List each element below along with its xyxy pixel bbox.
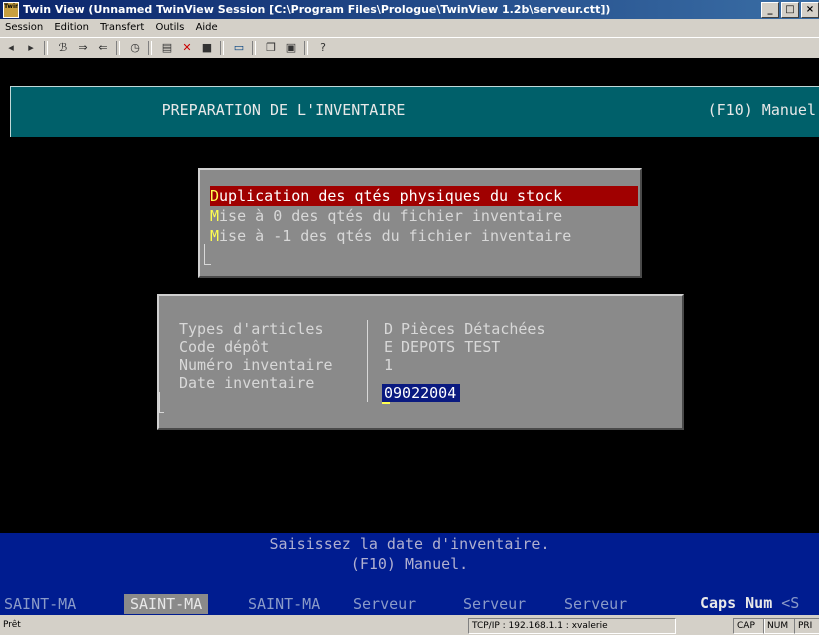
session-tab-6[interactable]: Serveur — [564, 594, 627, 614]
session-tab-2[interactable]: SAINT-MA — [124, 594, 209, 614]
screen-header: PREPARATION DE L'INVENTAIRE (F10) Manuel — [10, 86, 819, 137]
option-hotkey: D — [210, 187, 220, 205]
code-depot-value: DEPOTS TEST — [401, 338, 501, 356]
receive-icon[interactable]: ⇐ — [94, 40, 112, 56]
status-cap: CAP — [733, 618, 765, 634]
page-title: PREPARATION DE L'INVENTAIRE — [161, 101, 406, 119]
option-mise-a-moins-un[interactable]: Mise à -1 des qtés du fichier inventaire — [210, 226, 571, 246]
toolbar-separator — [116, 41, 120, 55]
session-bar: SAINT-MA SAINT-MA SAINT-MA Serveur Serve… — [0, 591, 819, 615]
option-label: ise à 0 des qtés du fichier inventaire — [219, 207, 563, 225]
type-articles-code[interactable]: D — [384, 320, 393, 338]
clock-icon[interactable]: ◷ — [126, 40, 144, 56]
option-mise-a-zero[interactable]: Mise à 0 des qtés du fichier inventaire — [210, 206, 562, 226]
status-pri: PRI — [794, 618, 819, 634]
minimize-button[interactable]: _ — [761, 2, 779, 18]
forward-icon[interactable]: ▸ — [22, 40, 40, 56]
status-ready: Prêt — [3, 620, 21, 630]
option-hotkey: M — [210, 227, 220, 245]
header-shortcut-f10: (F10) Manuel — [707, 101, 816, 119]
status-num: NUM — [763, 618, 795, 634]
menu-session[interactable]: Session — [2, 19, 46, 37]
type-articles-value: Pièces Détachées — [401, 320, 546, 338]
toolbar: ◂ ▸ ℬ ⇒ ⇐ ◷ ▤ ✕ ■ ▭ ❐ ▣ ? — [0, 37, 819, 59]
terminal-screen[interactable]: PREPARATION DE L'INVENTAIRE (F10) Manuel… — [0, 58, 819, 615]
option-label: uplication des qtés physiques du stock — [219, 187, 563, 205]
maximize-button[interactable]: □ — [781, 2, 799, 18]
inventory-form: Types d'articles Code dépôt Numéro inven… — [157, 294, 684, 430]
option-label: ise à -1 des qtés du fichier inventaire — [219, 227, 572, 245]
indicator-suffix: <S — [781, 594, 800, 612]
menu-edition[interactable]: Edition — [51, 19, 92, 37]
text-cursor — [382, 402, 390, 404]
options-menu: Duplication des qtés physiques du stock … — [198, 168, 642, 278]
back-icon[interactable]: ◂ — [2, 40, 20, 56]
window-controls: _ □ × — [761, 2, 819, 18]
menu-bracket — [204, 244, 211, 265]
session-tab-4[interactable]: Serveur — [353, 594, 416, 614]
numero-inventaire-value[interactable]: 1 — [384, 356, 393, 374]
close-button[interactable]: × — [801, 2, 819, 18]
menu-transfert[interactable]: Transfert — [97, 19, 147, 37]
option-hotkey: M — [210, 207, 220, 225]
keyboard-indicators: Caps Num <S — [700, 594, 799, 612]
header-bracket — [10, 119, 13, 135]
toolbar-separator — [220, 41, 224, 55]
help-shortcut: (F10) Manuel. — [350, 555, 469, 573]
menu-outils[interactable]: Outils — [152, 19, 187, 37]
toolbar-separator — [44, 41, 48, 55]
twinview-app-icon[interactable]: Twin View — [3, 2, 19, 18]
disconnect-icon[interactable]: ✕ — [178, 40, 196, 56]
menu-aide[interactable]: Aide — [193, 19, 221, 37]
code-depot-label: Code dépôt — [179, 338, 270, 356]
copy-icon[interactable]: ❐ — [262, 40, 280, 56]
macro-icon[interactable]: ▤ — [158, 40, 176, 56]
numero-inventaire-label: Numéro inventaire — [179, 356, 333, 374]
form-bracket — [159, 392, 164, 413]
status-bar: Prêt TCP/IP : 192.168.1.1 : xvalerie CAP… — [0, 616, 819, 635]
message-bar: Saisissez la date d'inventaire. (F10) Ma… — [0, 533, 819, 591]
connect-icon[interactable]: ℬ — [54, 40, 72, 56]
send-icon[interactable]: ⇒ — [74, 40, 92, 56]
toolbar-separator — [148, 41, 152, 55]
form-separator — [367, 320, 368, 402]
help-message: Saisissez la date d'inventaire. — [269, 535, 550, 553]
code-depot-code[interactable]: E — [384, 338, 393, 356]
screen-icon[interactable]: ▭ — [230, 40, 248, 56]
date-inventaire-input[interactable] — [382, 384, 460, 402]
help-icon[interactable]: ? — [314, 40, 332, 56]
session-tab-5[interactable]: Serveur — [463, 594, 526, 614]
caps-num-indicator: Caps Num — [700, 594, 773, 612]
type-articles-label: Types d'articles — [179, 320, 324, 338]
option-duplication[interactable]: Duplication des qtés physiques du stock — [210, 186, 638, 206]
status-connection: TCP/IP : 192.168.1.1 : xvalerie — [468, 618, 676, 634]
menu-bar: Session Edition Transfert Outils Aide — [0, 19, 819, 37]
session-tab-3[interactable]: SAINT-MA — [248, 594, 320, 614]
session-tab-1[interactable]: SAINT-MA — [4, 594, 76, 614]
window-title: Twin View (Unnamed TwinView Session [C:\… — [23, 3, 611, 16]
toolbar-separator — [304, 41, 308, 55]
date-inventaire-label: Date inventaire — [179, 374, 315, 392]
paste-icon[interactable]: ▣ — [282, 40, 300, 56]
toolbar-separator — [252, 41, 256, 55]
window-title-bar[interactable]: Twin View Twin View (Unnamed TwinView Ses… — [0, 0, 819, 19]
stop-icon[interactable]: ■ — [198, 40, 216, 56]
